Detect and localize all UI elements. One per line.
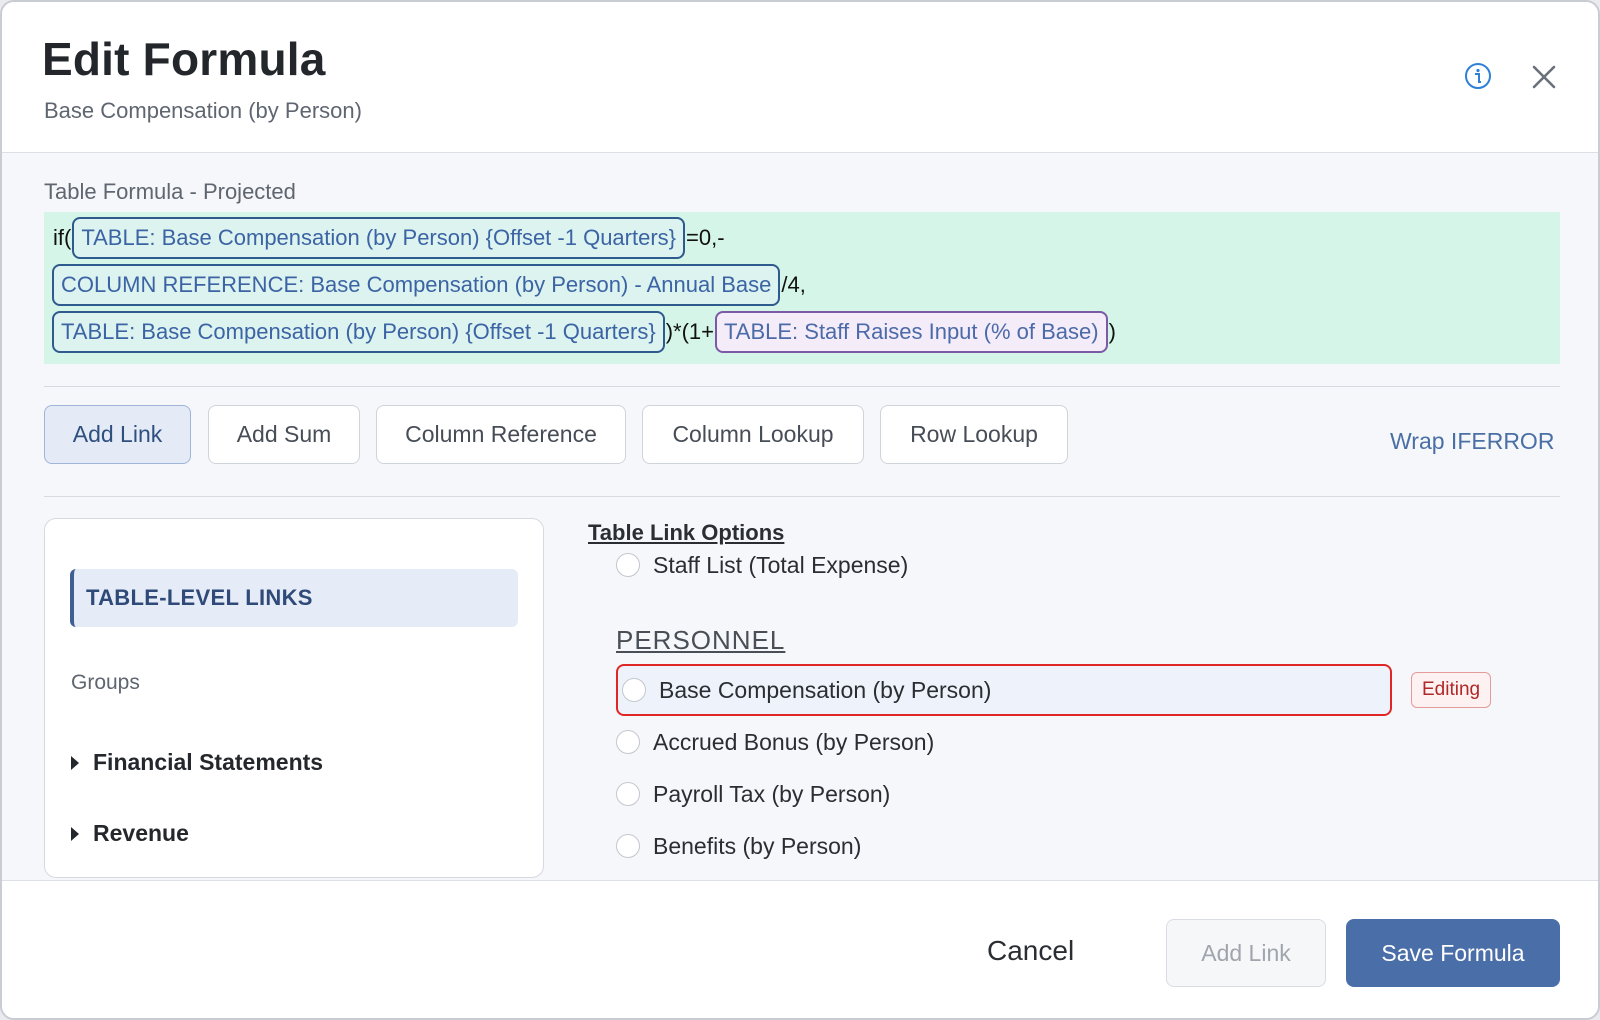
formula-editor[interactable]: if( TABLE: Base Compensation (by Person)… [44,212,1560,364]
column-lookup-button[interactable]: Column Lookup [642,405,864,464]
dialog-header: Edit Formula Base Compensation (by Perso… [2,2,1598,153]
dialog-subtitle: Base Compensation (by Person) [44,98,362,123]
editing-badge: Editing [1411,672,1492,708]
formula-chip-table-link[interactable]: TABLE: Base Compensation (by Person) {Of… [72,217,686,259]
cancel-button[interactable]: Cancel [987,935,1074,967]
formula-operator: =0,- [686,225,725,250]
formula-operator: )*(1+ [665,319,714,344]
group-label: Financial Statements [93,749,324,775]
divider [44,386,1560,387]
column-reference-button[interactable]: Column Reference [376,405,626,464]
option-staff-list[interactable]: Staff List (Total Expense) [616,540,908,590]
add-sum-button[interactable]: Add Sum [208,405,360,464]
table-level-links-item[interactable]: TABLE-LEVEL LINKS [70,569,518,627]
option-label: Payroll Tax (by Person) [653,780,891,807]
row-lookup-button[interactable]: Row Lookup [880,405,1068,464]
formula-operator: ) [1108,319,1116,344]
formula-line: COLUMN REFERENCE: Base Compensation (by … [52,263,807,307]
option-label: Accrued Bonus (by Person) [653,728,935,755]
add-link-button[interactable]: Add Link [1166,919,1326,987]
formula-operator: /4, [781,272,806,297]
link-groups-panel: TABLE-LEVEL LINKS Groups Financial State… [44,518,544,878]
option-label: Benefits (by Person) [653,832,862,859]
dialog-footer: Cancel Add Link Save Formula [2,880,1598,1018]
group-revenue[interactable]: Revenue [71,820,189,847]
option-label: Base Compensation (by Person) [659,676,992,703]
radio-button[interactable] [616,553,640,577]
radio-button[interactable] [616,834,640,858]
groups-label: Groups [71,671,140,694]
save-formula-button[interactable]: Save Formula [1346,919,1560,987]
option-label: Staff List (Total Expense) [653,551,909,578]
group-financial-statements[interactable]: Financial Statements [71,749,323,776]
radio-button[interactable] [616,730,640,754]
formula-chip-column-reference[interactable]: COLUMN REFERENCE: Base Compensation (by … [52,264,781,306]
formula-chip-staff-raises[interactable]: TABLE: Staff Raises Input (% of Base) [714,311,1108,353]
group-label: Revenue [93,820,189,846]
formula-label: Table Formula - Projected [44,179,296,204]
triangle-right-icon [71,755,79,770]
option-base-compensation[interactable]: Base Compensation (by Person) [616,664,1392,716]
formula-operator: if( [53,225,72,250]
section-personnel: PERSONNEL [616,625,786,655]
radio-button[interactable] [622,678,646,702]
radio-button[interactable] [616,782,640,806]
close-icon[interactable] [1529,62,1559,92]
info-circle-icon[interactable] [1464,62,1492,90]
formula-chip-table-link[interactable]: TABLE: Base Compensation (by Person) {Of… [52,311,665,353]
triangle-right-icon [71,826,79,841]
option-accrued-bonus[interactable]: Accrued Bonus (by Person) [616,717,934,767]
wrap-iferror-link[interactable]: Wrap IFERROR [1390,428,1554,455]
add-link-tab-button[interactable]: Add Link [44,405,191,464]
divider [44,496,1560,497]
edit-formula-dialog: Edit Formula Base Compensation (by Perso… [0,0,1600,1020]
dialog-title: Edit Formula [42,33,326,85]
formula-line: if( TABLE: Base Compensation (by Person)… [52,216,726,260]
formula-line: TABLE: Base Compensation (by Person) {Of… [52,310,1117,354]
option-payroll-tax[interactable]: Payroll Tax (by Person) [616,769,890,819]
option-benefits[interactable]: Benefits (by Person) [616,821,861,871]
